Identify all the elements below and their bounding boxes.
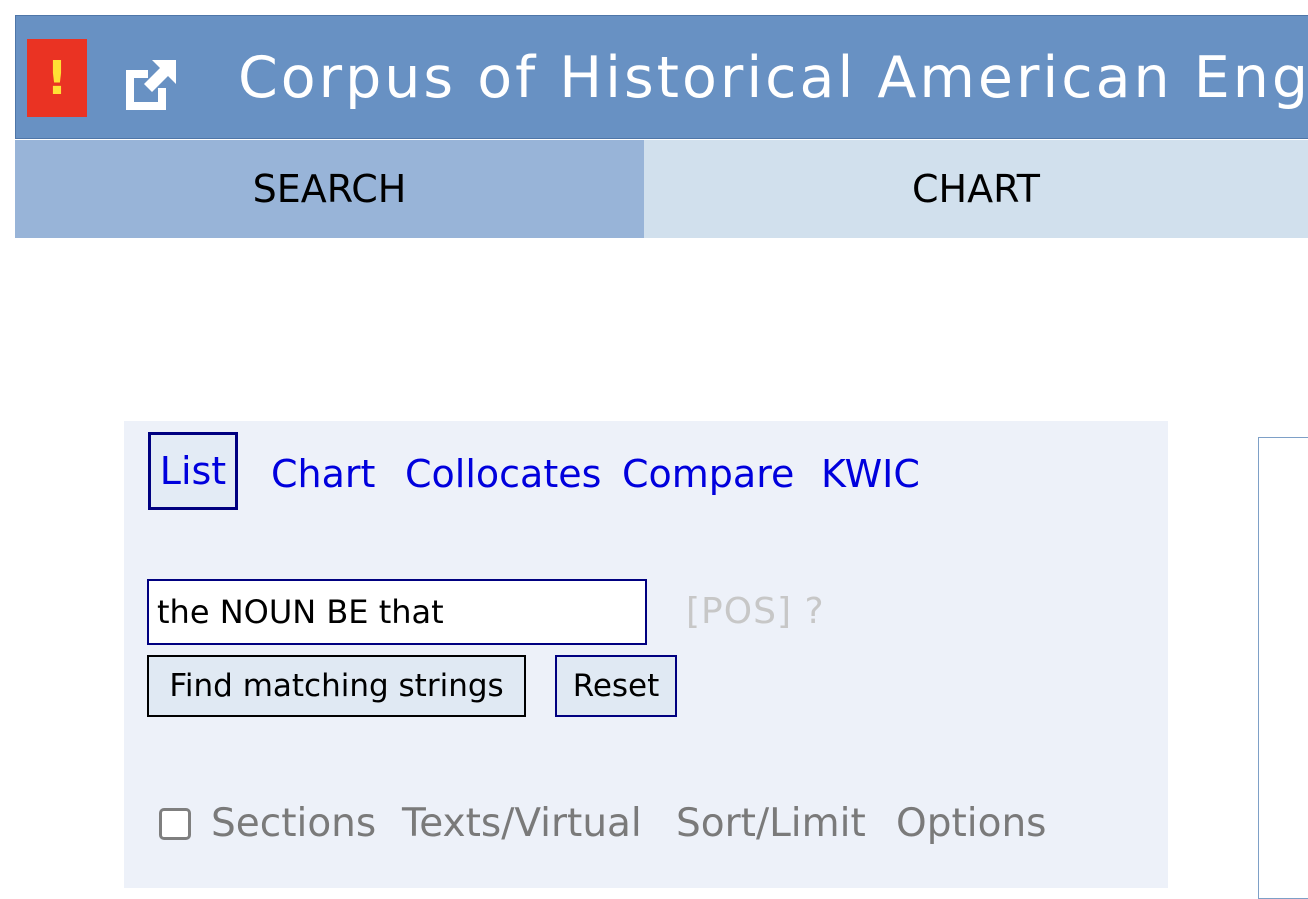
tab-chart[interactable]: CHART xyxy=(644,140,1308,238)
help-link[interactable]: ? xyxy=(804,591,824,632)
sort-limit-link[interactable]: Sort/Limit xyxy=(676,800,866,848)
pos-hint: [POS] ? xyxy=(686,588,825,636)
mode-tab-collocates[interactable]: Collocates xyxy=(405,451,601,497)
mode-tab-list[interactable]: List xyxy=(148,432,238,510)
alert-icon[interactable]: ! xyxy=(27,39,87,117)
mode-tab-compare[interactable]: Compare xyxy=(622,451,794,497)
mode-tab-chart[interactable]: Chart xyxy=(271,451,375,497)
find-matching-strings-button[interactable]: Find matching strings xyxy=(147,655,526,717)
corpus-title: Corpus of Historical American English xyxy=(238,45,1308,111)
sections-label[interactable]: Sections xyxy=(211,800,376,848)
header-bar: ! Corpus of Historical American English xyxy=(15,15,1308,139)
external-link-icon[interactable] xyxy=(122,56,180,112)
search-input[interactable] xyxy=(147,579,647,645)
tab-search[interactable]: SEARCH xyxy=(15,140,644,238)
results-frame xyxy=(1258,437,1308,899)
reset-button[interactable]: Reset xyxy=(555,655,677,717)
sections-checkbox[interactable] xyxy=(159,808,191,840)
mode-tab-kwic[interactable]: KWIC xyxy=(821,451,920,497)
texts-virtual-link[interactable]: Texts/Virtual xyxy=(402,800,642,848)
pos-link[interactable]: [POS] xyxy=(686,591,792,632)
options-link[interactable]: Options xyxy=(896,800,1046,848)
